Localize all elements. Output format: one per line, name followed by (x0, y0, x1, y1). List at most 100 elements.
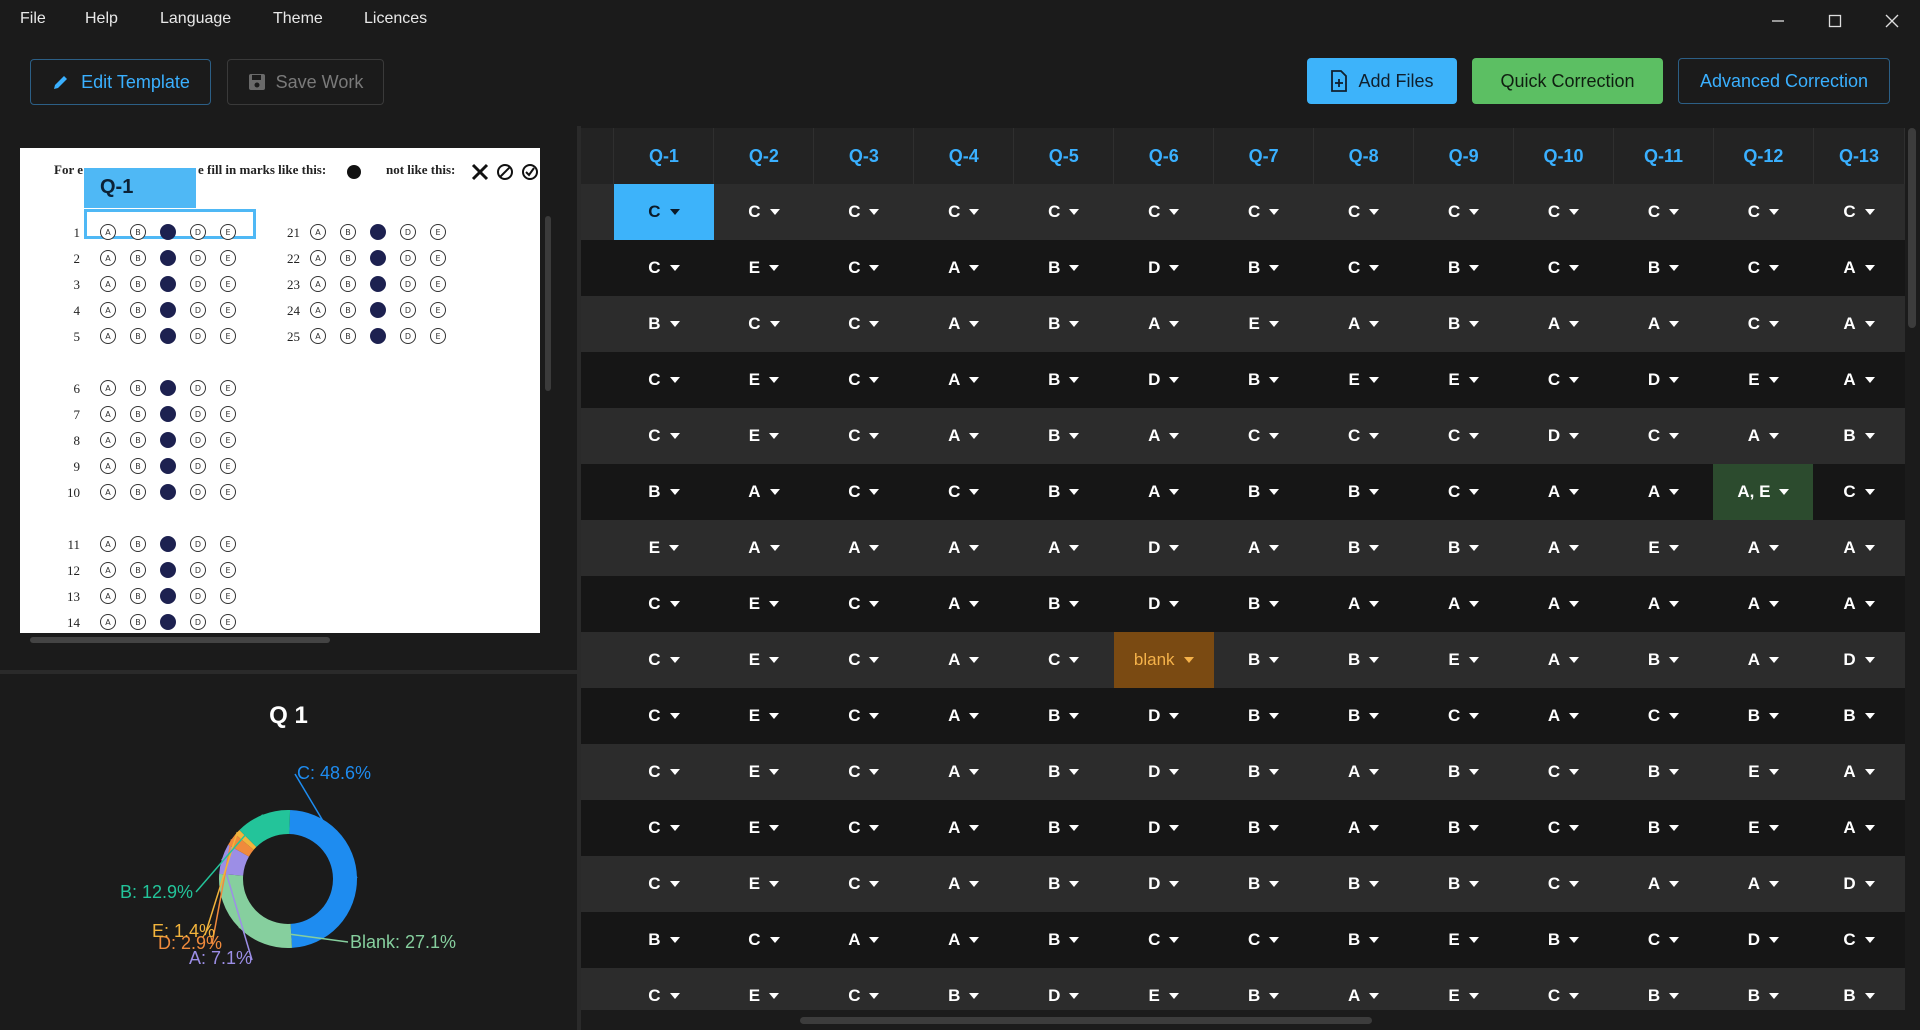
answer-cell[interactable]: A, E (1713, 464, 1814, 520)
answer-cell[interactable]: D (1013, 968, 1114, 1010)
answer-cell[interactable]: E (713, 968, 814, 1010)
answer-cell[interactable]: E (1413, 632, 1514, 688)
answer-dropdown[interactable]: E (749, 650, 780, 670)
answer-dropdown[interactable]: D (1148, 594, 1180, 614)
answer-dropdown[interactable]: D (1148, 762, 1180, 782)
answer-dropdown[interactable]: A (948, 538, 980, 558)
answer-dropdown[interactable]: B (1348, 930, 1380, 950)
answer-dropdown[interactable]: D (1148, 258, 1180, 278)
answer-cell[interactable]: A (1813, 240, 1905, 296)
answer-cell[interactable]: C (1513, 968, 1614, 1010)
answer-dropdown[interactable]: B (1048, 258, 1080, 278)
answer-cell[interactable]: B (1013, 408, 1114, 464)
answer-cell[interactable]: B (1813, 968, 1905, 1010)
answer-cell[interactable]: E (613, 520, 714, 576)
answer-cell[interactable]: C (1613, 184, 1714, 240)
answer-cell[interactable]: A (1813, 576, 1905, 632)
answer-cell[interactable]: C (1513, 800, 1614, 856)
answer-cell[interactable]: C (613, 968, 714, 1010)
answer-cell[interactable]: A (813, 520, 914, 576)
answer-cell[interactable]: B (1513, 912, 1614, 968)
answer-dropdown[interactable]: B (1048, 426, 1080, 446)
answer-dropdown[interactable]: E (749, 986, 780, 1006)
donut-slice-d[interactable] (228, 834, 254, 857)
answer-dropdown[interactable]: A (1843, 538, 1875, 558)
answer-dropdown[interactable]: B (1448, 538, 1480, 558)
answer-dropdown[interactable]: A (1548, 650, 1580, 670)
answer-cell[interactable]: A (1713, 856, 1814, 912)
answer-cell[interactable]: B (1013, 240, 1114, 296)
answer-dropdown[interactable]: E (1448, 930, 1479, 950)
answer-dropdown[interactable]: B (1448, 818, 1480, 838)
answer-cell[interactable]: B (1413, 240, 1514, 296)
answer-dropdown[interactable]: A (748, 482, 780, 502)
answer-dropdown[interactable]: D (1148, 538, 1180, 558)
answer-dropdown[interactable]: A (948, 930, 980, 950)
column-header[interactable]: Q-11 (1613, 128, 1714, 184)
answer-cell[interactable]: D (1113, 352, 1214, 408)
answer-dropdown[interactable]: C (1748, 202, 1780, 222)
row-header[interactable] (581, 688, 614, 744)
answer-dropdown[interactable]: E (1448, 650, 1479, 670)
answer-dropdown[interactable]: C (1648, 202, 1680, 222)
answer-cell[interactable]: C (1613, 408, 1714, 464)
answer-cell[interactable]: E (1413, 912, 1514, 968)
answer-cell[interactable]: C (813, 240, 914, 296)
answer-dropdown[interactable]: B (1048, 930, 1080, 950)
answer-cell[interactable]: D (1113, 800, 1214, 856)
answer-dropdown[interactable]: C (1148, 930, 1180, 950)
minimize-button[interactable] (1758, 6, 1798, 36)
answer-dropdown[interactable]: B (1448, 258, 1480, 278)
answer-cell[interactable]: A (1713, 632, 1814, 688)
answer-dropdown[interactable]: B (1248, 370, 1280, 390)
answer-dropdown[interactable]: A (1843, 258, 1875, 278)
answer-cell[interactable]: D (1513, 408, 1614, 464)
answer-cell[interactable]: B (1013, 576, 1114, 632)
answer-dropdown[interactable]: D (1843, 650, 1875, 670)
answer-dropdown[interactable]: A (948, 650, 980, 670)
answer-dropdown[interactable]: C (648, 874, 680, 894)
answer-dropdown[interactable]: A (1148, 314, 1180, 334)
answer-dropdown[interactable]: E (749, 370, 780, 390)
answer-dropdown[interactable]: B (1048, 706, 1080, 726)
answer-cell[interactable]: B (913, 968, 1014, 1010)
answer-cell[interactable]: B (1613, 968, 1714, 1010)
answer-dropdown[interactable]: D (1548, 426, 1580, 446)
answer-dropdown[interactable]: A (1348, 594, 1380, 614)
answer-dropdown[interactable]: D (1648, 370, 1680, 390)
answer-cell[interactable]: A (1813, 744, 1905, 800)
answer-cell[interactable]: C (713, 184, 814, 240)
answer-dropdown[interactable]: E (1448, 986, 1479, 1006)
answer-dropdown[interactable]: C (948, 202, 980, 222)
answer-cell[interactable]: C (1113, 912, 1214, 968)
answer-cell[interactable]: B (1213, 632, 1314, 688)
answer-dropdown[interactable]: C (648, 986, 680, 1006)
answer-cell[interactable]: A (1813, 296, 1905, 352)
answer-cell[interactable]: B (613, 296, 714, 352)
answer-cell[interactable]: C (613, 800, 714, 856)
answer-dropdown[interactable]: A (848, 930, 880, 950)
answer-cell[interactable]: C (1513, 240, 1614, 296)
answer-dropdown[interactable]: C (1148, 202, 1180, 222)
answer-dropdown[interactable]: A (1748, 426, 1780, 446)
column-header[interactable]: Q-8 (1313, 128, 1415, 184)
answer-dropdown[interactable]: B (1048, 818, 1080, 838)
answer-dropdown[interactable]: B (1248, 762, 1280, 782)
answer-cell[interactable]: B (1413, 856, 1514, 912)
answer-cell[interactable]: A (1813, 352, 1905, 408)
answer-dropdown[interactable]: E (749, 426, 780, 446)
answer-cell[interactable]: B (1213, 856, 1314, 912)
answer-cell[interactable]: E (1413, 968, 1514, 1010)
answer-cell[interactable]: E (713, 576, 814, 632)
answer-cell[interactable]: A (1513, 632, 1614, 688)
answer-cell[interactable]: B (613, 464, 714, 520)
answer-cell[interactable]: B (1313, 688, 1414, 744)
answer-cell[interactable]: A (1413, 576, 1514, 632)
answer-cell[interactable]: C (613, 352, 714, 408)
answer-cell[interactable]: C (1813, 464, 1905, 520)
answer-dropdown[interactable]: D (1148, 818, 1180, 838)
answer-dropdown[interactable]: C (1548, 202, 1580, 222)
column-header[interactable]: Q-10 (1513, 128, 1615, 184)
answer-cell[interactable]: E (1713, 744, 1814, 800)
row-header[interactable] (581, 240, 614, 296)
